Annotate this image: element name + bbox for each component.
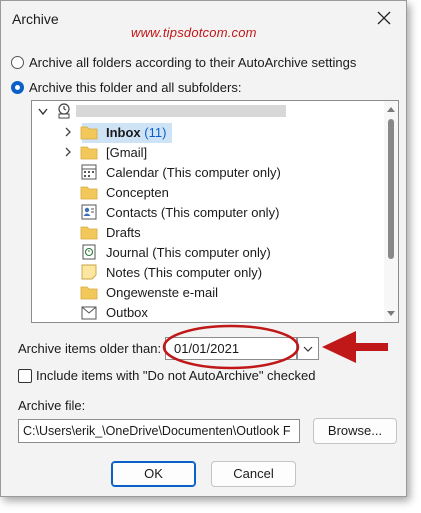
highlight-ellipse [162, 324, 300, 370]
annotation-overlay [162, 324, 388, 370]
red-arrow-icon [322, 331, 388, 363]
